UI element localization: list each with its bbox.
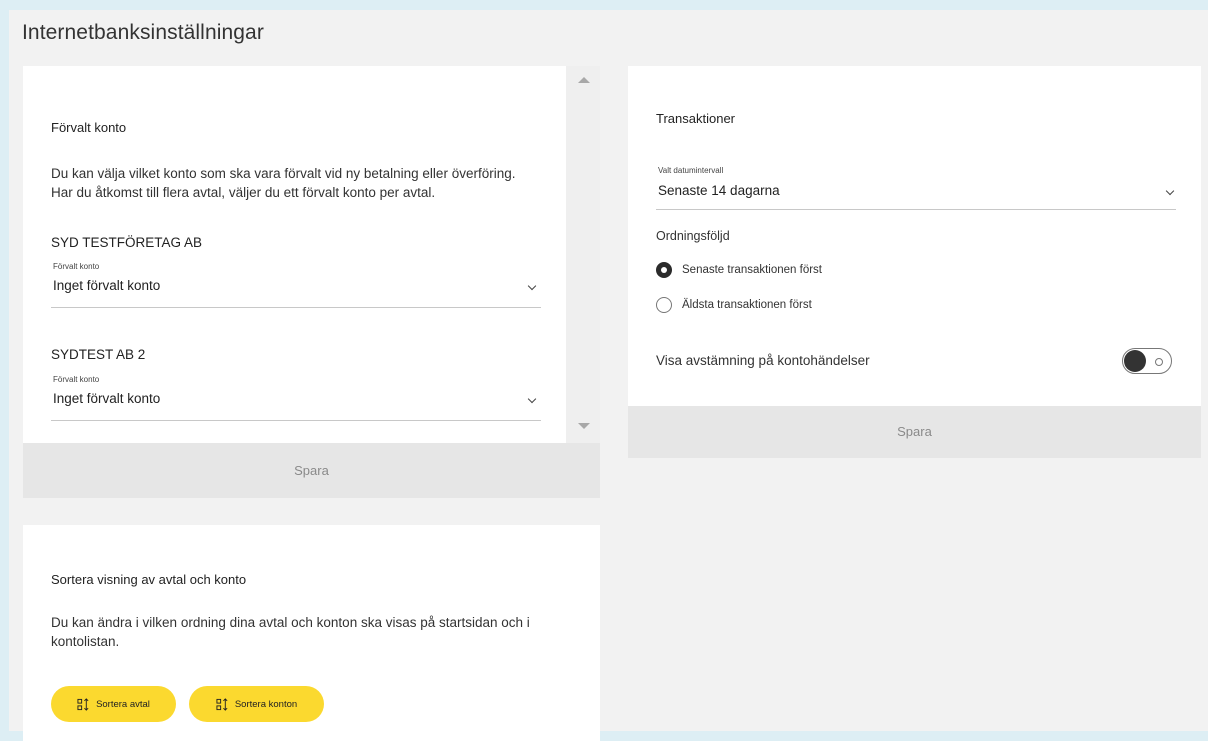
sort-display-title: Sortera visning av avtal och konto: [51, 572, 247, 587]
sort-agreements-label: Sortera avtal: [96, 698, 150, 710]
radio-newest-first[interactable]: Senaste transaktionen först: [656, 262, 822, 278]
radio-label: Senaste transaktionen först: [682, 264, 822, 276]
sort-accounts-button[interactable]: Sortera konton: [189, 686, 324, 722]
sort-icon: [77, 697, 89, 711]
order-title: Ordningsföljd: [656, 229, 730, 243]
field-label: Förvalt konto: [53, 375, 100, 384]
toggle-off-indicator-icon: [1155, 358, 1163, 366]
settings-page: Internetbanksinställningar Förvalt konto…: [9, 10, 1208, 741]
field-underline: [51, 307, 541, 308]
toggle-knob: [1124, 350, 1146, 372]
scroll-up-arrow-icon[interactable]: [578, 77, 590, 83]
radio-label: Äldsta transaktionen först: [682, 299, 812, 311]
default-account-select[interactable]: Förvalt konto Inget förvalt konto: [51, 375, 541, 421]
sort-agreements-button[interactable]: Sortera avtal: [51, 686, 176, 722]
page-title: Internetbanksinställningar: [22, 21, 264, 44]
chevron-down-icon: [1165, 186, 1175, 196]
radio-unselected-icon[interactable]: [656, 297, 672, 313]
default-account-select[interactable]: Förvalt konto Inget förvalt konto: [51, 262, 541, 308]
description-line: Du kan välja vilket konto som ska vara f…: [51, 166, 516, 181]
field-value: Inget förvalt konto: [53, 391, 161, 406]
sort-icon: [216, 697, 228, 711]
save-transactions-button[interactable]: Spara: [628, 406, 1201, 458]
agreement-company-name: SYD TESTFÖRETAG AB: [51, 235, 203, 250]
field-underline: [51, 420, 541, 421]
radio-selected-icon[interactable]: [656, 262, 672, 278]
sort-accounts-label: Sortera konton: [234, 698, 298, 710]
reconciliation-toggle[interactable]: [1122, 348, 1172, 374]
sort-display-description: Du kan ändra i vilken ordning dina avtal…: [51, 613, 581, 651]
scroll-down-arrow-icon[interactable]: [578, 423, 590, 429]
description-line: kontolistan.: [51, 634, 120, 649]
radio-oldest-first[interactable]: Äldsta transaktionen först: [656, 297, 812, 313]
date-range-select[interactable]: Valt datumintervall Senaste 14 dagarna: [656, 166, 1176, 210]
reconciliation-label: Visa avstämning på kontohändelser: [656, 353, 870, 368]
chevron-down-icon: [527, 281, 537, 291]
field-label: Valt datumintervall: [658, 166, 724, 175]
description-line: Du kan ändra i vilken ordning dina avtal…: [51, 615, 530, 630]
sort-display-card: Sortera visning av avtal och konto Du ka…: [23, 525, 600, 741]
default-account-title: Förvalt konto: [51, 120, 127, 135]
transactions-title: Transaktioner: [656, 111, 735, 126]
field-value: Inget förvalt konto: [53, 278, 161, 293]
chevron-down-icon: [527, 394, 537, 404]
default-account-description: Du kan välja vilket konto som ska vara f…: [51, 164, 561, 202]
default-account-card: Förvalt konto Du kan välja vilket konto …: [23, 66, 600, 443]
save-default-account-button[interactable]: Spara: [23, 443, 600, 498]
transactions-card: Transaktioner Valt datumintervall Senast…: [628, 66, 1201, 406]
description-line: Har du åtkomst till flera avtal, väljer …: [51, 185, 436, 200]
field-label: Förvalt konto: [53, 262, 100, 271]
agreement-company-name: SYDTEST AB 2: [51, 347, 146, 362]
field-value: Senaste 14 dagarna: [658, 183, 780, 198]
field-underline: [656, 209, 1176, 210]
card-scrollbar[interactable]: [566, 66, 600, 443]
